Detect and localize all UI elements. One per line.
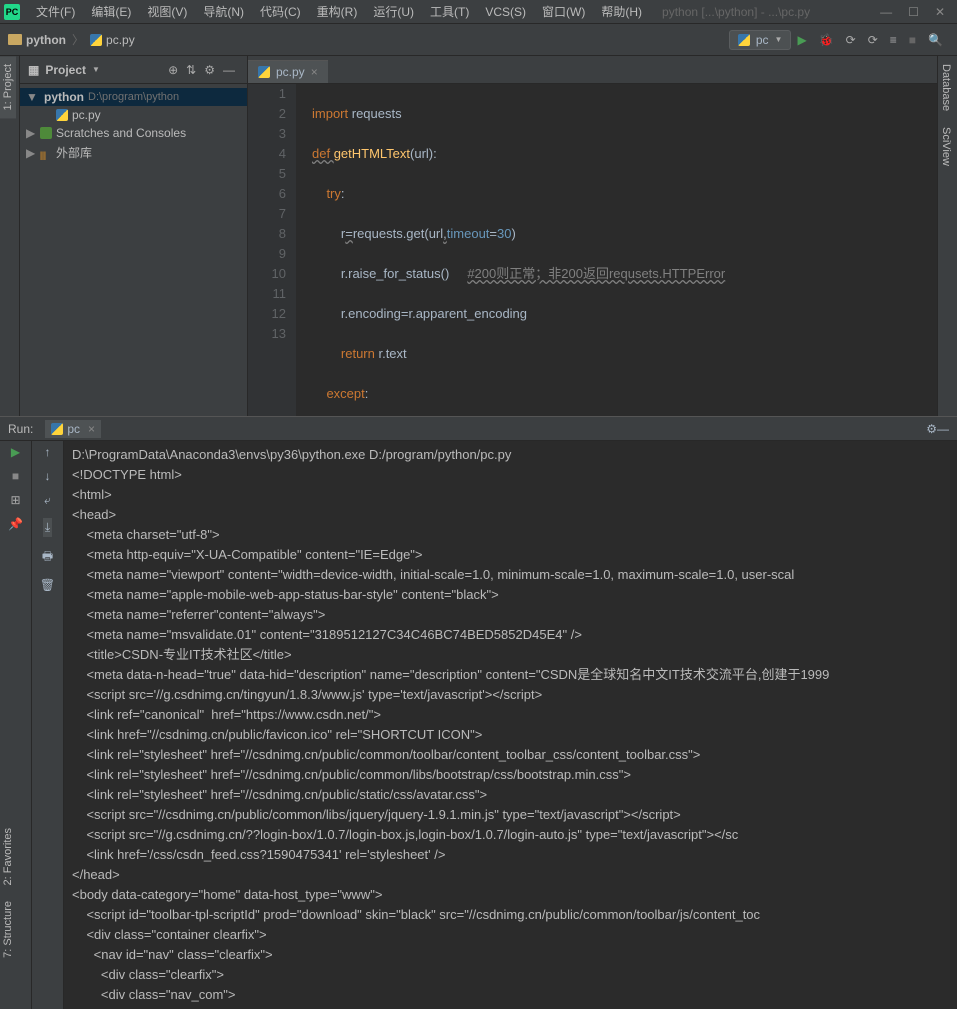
maximize-button[interactable]: ☐ [908,5,919,19]
scroll-to-end-button[interactable]: ⤓ [43,518,52,537]
menu-vcs[interactable]: VCS(S) [477,5,534,19]
breadcrumb-folder[interactable]: python [8,33,66,47]
editor-tabs: pc.py × [248,56,937,84]
clear-all-button[interactable]: 🗑 [40,578,55,592]
stop-run-button[interactable]: ■ [12,469,19,483]
menu-code[interactable]: 代码(C) [252,3,309,20]
editor-area: pc.py × 12345678910111213 import request… [248,56,937,416]
dropdown-arrow-icon: ▼ [775,35,783,44]
menu-edit[interactable]: 编辑(E) [83,3,139,20]
python-icon [738,34,750,46]
project-view-icon: ▦ [28,63,39,77]
python-file-icon [56,109,68,121]
soft-wrap-button[interactable]: ⤶ [44,493,51,508]
project-tool-tab[interactable]: 1: Project [0,56,16,118]
down-stacktrace-button[interactable]: ↓ [45,469,51,483]
hide-run-panel-button[interactable]: — [937,422,949,436]
run-toolbar-secondary: ↑ ↓ ⤶ ⤓ 🖶 🗑 [32,441,64,1009]
app-logo: PC [4,4,20,20]
menu-view[interactable]: 视图(V) [139,3,195,20]
run-tool-window: Run: pc × ⚙ — ▶ ■ ⊞ 📌 ↑ ↓ ⤶ ⤓ 🖶 🗑 D:\Pro… [0,416,957,1009]
titlebar: PC 文件(F) 编辑(E) 视图(V) 导航(N) 代码(C) 重构(R) 运… [0,0,957,24]
run-settings-button[interactable]: ⚙ [926,422,937,436]
close-button[interactable]: ✕ [935,5,945,19]
database-tool-tab[interactable]: Database [938,56,954,119]
debug-button[interactable]: 🐞 [813,33,840,47]
run-configuration-dropdown[interactable]: pc ▼ [729,30,792,50]
rerun-button[interactable]: ▶ [11,445,20,459]
hide-panel-button[interactable]: — [219,63,239,77]
window-title: python [...\python] - ...\pc.py [650,5,872,19]
tree-root[interactable]: ▼ python D:\program\python [20,88,247,106]
code-editor[interactable]: 12345678910111213 import requests def ge… [248,84,937,416]
menu-file[interactable]: 文件(F) [28,3,83,20]
python-icon [51,423,63,435]
python-file-icon [258,66,270,78]
breadcrumb-separator: 〉 [72,31,84,48]
layout-button[interactable]: ⊞ [10,493,20,507]
close-run-tab-button[interactable]: × [88,422,95,436]
menu-tools[interactable]: 工具(T) [422,3,477,20]
editor-tab[interactable]: pc.py × [248,60,328,83]
locate-button[interactable]: ⊕ [164,63,182,77]
right-tool-tabs: Database SciView [937,56,957,416]
run-panel-title: Run: [8,422,33,436]
collapse-all-button[interactable]: ⇅ [182,63,200,77]
project-view-dropdown-icon[interactable]: ▼ [92,65,100,74]
menu-refactor[interactable]: 重构(R) [309,3,366,20]
close-tab-button[interactable]: × [311,65,318,79]
tree-external-libs[interactable]: ▶ 外部库 [20,142,247,163]
settings-button[interactable]: ⚙ [200,63,219,77]
line-number-gutter: 12345678910111213 [248,84,296,416]
structure-tool-tab[interactable]: 7: Structure [0,893,16,966]
navbar: python 〉 pc.py pc ▼ ▶ 🐞 ⟳ ⟳ ≡ ■ 🔍 [0,24,957,56]
run-tab[interactable]: pc × [45,420,101,438]
profile-button[interactable]: ⟳ [862,33,884,47]
sciview-tool-tab[interactable]: SciView [938,119,954,174]
project-panel-title[interactable]: Project [45,63,86,77]
console-output[interactable]: D:\ProgramData\Anaconda3\envs\py36\pytho… [64,441,957,1009]
left-tool-tabs: 1: Project [0,56,20,416]
run-button[interactable]: ▶ [791,33,812,47]
run-with-coverage-button[interactable]: ⟳ [840,33,862,47]
attach-button[interactable]: ≡ [884,33,903,47]
project-tree[interactable]: ▼ python D:\program\python pc.py ▶ Scrat… [20,84,247,416]
python-file-icon [90,34,102,46]
menu-navigate[interactable]: 导航(N) [195,3,252,20]
up-stacktrace-button[interactable]: ↑ [45,445,51,459]
menu-window[interactable]: 窗口(W) [534,3,593,20]
scratches-icon [40,127,52,139]
tree-scratches[interactable]: ▶ Scratches and Consoles [20,124,247,142]
code-content[interactable]: import requests def getHTMLText(url): tr… [308,84,937,416]
menu-run[interactable]: 运行(U) [365,3,422,20]
menu-help[interactable]: 帮助(H) [593,3,650,20]
stop-button[interactable]: ■ [903,33,922,47]
project-panel: ▦ Project ▼ ⊕ ⇅ ⚙ — ▼ python D:\program\… [20,56,248,416]
print-button[interactable]: 🖶 [42,547,53,568]
pin-button[interactable]: 📌 [8,517,23,531]
tree-file[interactable]: pc.py [20,106,247,124]
folder-icon [8,34,22,45]
breadcrumb-file[interactable]: pc.py [90,33,135,47]
favorites-tool-tab[interactable]: 2: Favorites [0,820,16,893]
search-everywhere-button[interactable]: 🔍 [922,33,949,47]
minimize-button[interactable]: — [880,5,892,19]
library-icon [40,147,52,159]
